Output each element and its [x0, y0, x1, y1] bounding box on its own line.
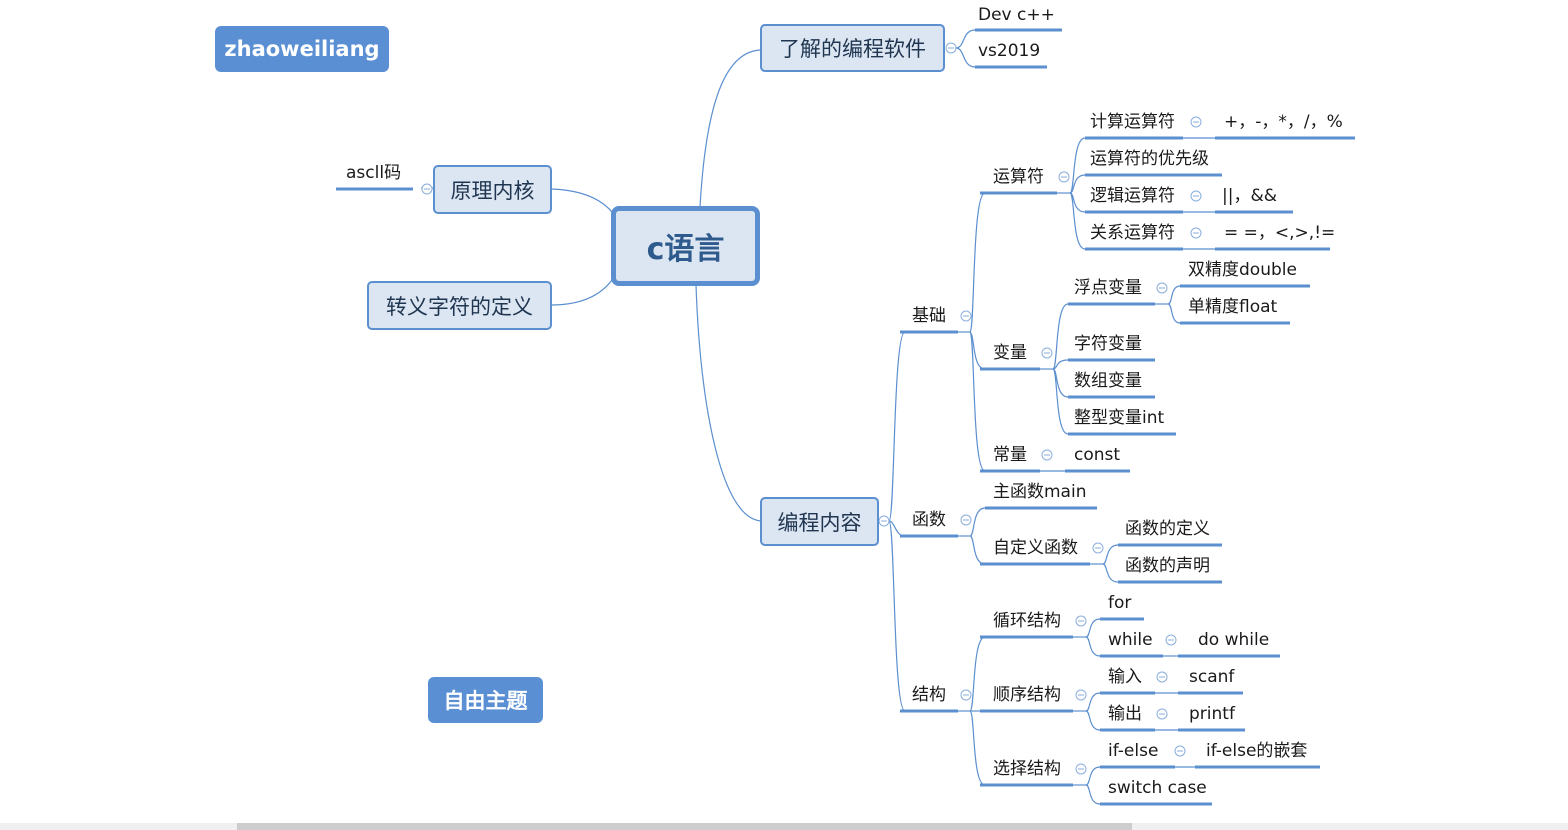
node-if-else-nested[interactable]: if-else的嵌套: [1206, 741, 1307, 761]
node-func-decl[interactable]: 函数的声明: [1125, 556, 1210, 576]
topic-principle[interactable]: 原理内核: [433, 165, 552, 214]
node-float[interactable]: 单精度float: [1188, 297, 1277, 317]
topic-content[interactable]: 编程内容: [760, 497, 879, 546]
node-relation[interactable]: 关系运算符: [1090, 223, 1175, 243]
node-priority[interactable]: 运算符的优先级: [1090, 149, 1209, 169]
node-constants[interactable]: 常量: [993, 445, 1027, 465]
node-logic-value[interactable]: ||，&&: [1222, 186, 1277, 206]
node-output[interactable]: 输出: [1108, 704, 1142, 724]
node-sequence[interactable]: 顺序结构: [993, 685, 1061, 705]
central-topic[interactable]: c语言: [611, 206, 760, 286]
node-operators[interactable]: 运算符: [993, 167, 1044, 187]
node-loop[interactable]: 循环结构: [993, 611, 1061, 631]
node-functions[interactable]: 函数: [912, 510, 946, 530]
topic-software[interactable]: 了解的编程软件: [760, 24, 945, 72]
node-relation-value[interactable]: = =，<,>,!=: [1224, 223, 1335, 243]
node-vs2019[interactable]: vs2019: [978, 41, 1040, 61]
node-int-vars[interactable]: 整型变量int: [1074, 408, 1164, 428]
node-for[interactable]: for: [1108, 593, 1131, 613]
node-float-vars[interactable]: 浮点变量: [1074, 278, 1142, 298]
node-char-vars[interactable]: 字符变量: [1074, 334, 1142, 354]
floating-topic-author[interactable]: zhaoweiliang: [215, 26, 389, 72]
node-arith[interactable]: 计算运算符: [1090, 112, 1175, 132]
node-logic[interactable]: 逻辑运算符: [1090, 186, 1175, 206]
node-input[interactable]: 输入: [1108, 667, 1142, 687]
node-devcpp[interactable]: Dev c++: [978, 5, 1055, 25]
node-printf[interactable]: printf: [1189, 704, 1235, 724]
floating-topic-free[interactable]: 自由主题: [428, 677, 543, 723]
node-arith-value[interactable]: +，-，*，/，%: [1224, 112, 1343, 132]
topic-escape[interactable]: 转义字符的定义: [367, 281, 552, 330]
connector-principle: [550, 188, 613, 213]
connector-software: [699, 49, 763, 208]
node-selection[interactable]: 选择结构: [993, 759, 1061, 779]
node-ascll[interactable]: ascll码: [346, 163, 401, 183]
node-const[interactable]: const: [1074, 445, 1120, 465]
node-main[interactable]: 主函数main: [993, 482, 1086, 502]
node-variables[interactable]: 变量: [993, 343, 1027, 363]
connector-escape: [550, 279, 613, 306]
node-array-vars[interactable]: 数组变量: [1074, 371, 1142, 391]
horizontal-scrollbar-thumb[interactable]: [237, 823, 1132, 830]
node-while[interactable]: while: [1108, 630, 1153, 650]
node-structures[interactable]: 结构: [912, 685, 946, 705]
node-custom-func[interactable]: 自定义函数: [993, 538, 1078, 558]
connector-content: [695, 284, 763, 522]
node-basics[interactable]: 基础: [912, 306, 946, 326]
node-func-def[interactable]: 函数的定义: [1125, 519, 1210, 539]
node-do-while[interactable]: do while: [1198, 630, 1269, 650]
node-switch[interactable]: switch case: [1108, 778, 1207, 798]
node-if-else[interactable]: if-else: [1108, 741, 1158, 761]
node-scanf[interactable]: scanf: [1189, 667, 1234, 687]
node-double[interactable]: 双精度double: [1188, 260, 1297, 280]
